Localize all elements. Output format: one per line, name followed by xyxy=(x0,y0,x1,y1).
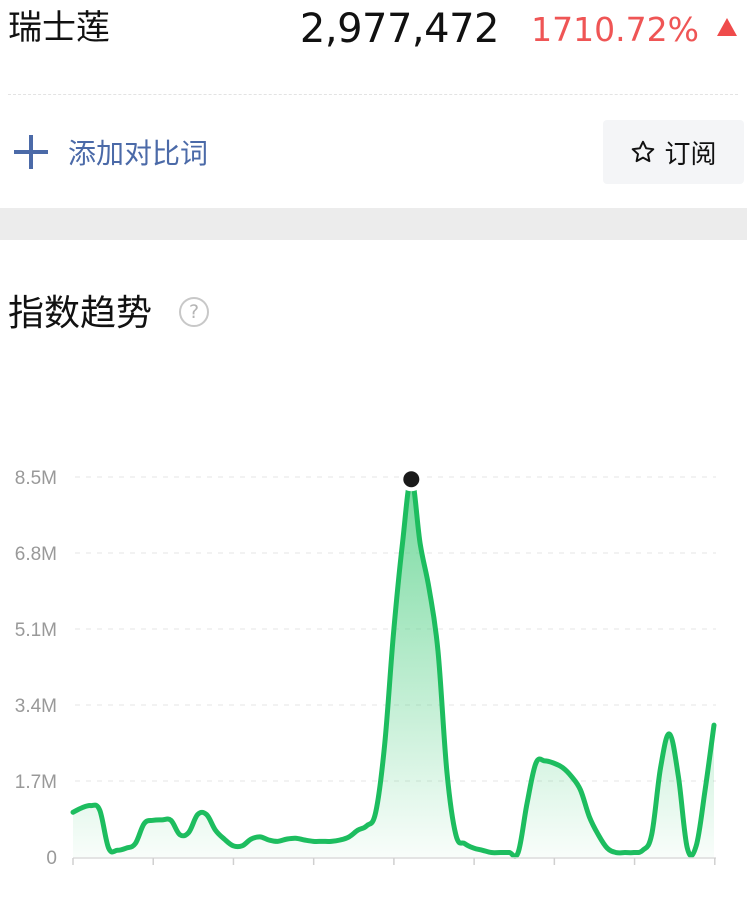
y-tick-label: 8.5M xyxy=(15,468,57,489)
y-tick-label: 3.4M xyxy=(15,696,57,717)
divider xyxy=(8,94,738,95)
y-tick-label: 0 xyxy=(46,848,57,869)
plus-icon xyxy=(14,135,48,169)
add-compare-button[interactable]: 添加对比词 xyxy=(14,124,208,180)
trend-area xyxy=(73,479,714,857)
y-tick-label: 6.8M xyxy=(15,544,57,565)
subscribe-button[interactable]: 订阅 xyxy=(603,120,744,184)
keyword-title: 瑞士莲 xyxy=(8,8,110,48)
subscribe-label: 订阅 xyxy=(664,139,717,170)
index-value: 2,977,472 xyxy=(299,6,500,52)
section-separator xyxy=(0,208,747,240)
up-arrow-icon xyxy=(717,18,737,36)
change-percent: 1710.72% xyxy=(531,10,699,49)
header: 瑞士莲 2,977,472 1710.72% xyxy=(0,0,747,62)
peak-point[interactable] xyxy=(403,471,420,488)
star-icon xyxy=(632,140,655,163)
help-icon[interactable]: ? xyxy=(179,297,209,327)
y-tick-label: 1.7M xyxy=(15,772,57,793)
section-title: 指数趋势 xyxy=(8,293,153,334)
add-compare-label: 添加对比词 xyxy=(68,137,209,170)
trend-chart: 0 1.7M 3.4M 5.1M 6.8M 8.5M xyxy=(15,467,717,869)
y-tick-label: 5.1M xyxy=(15,620,57,641)
